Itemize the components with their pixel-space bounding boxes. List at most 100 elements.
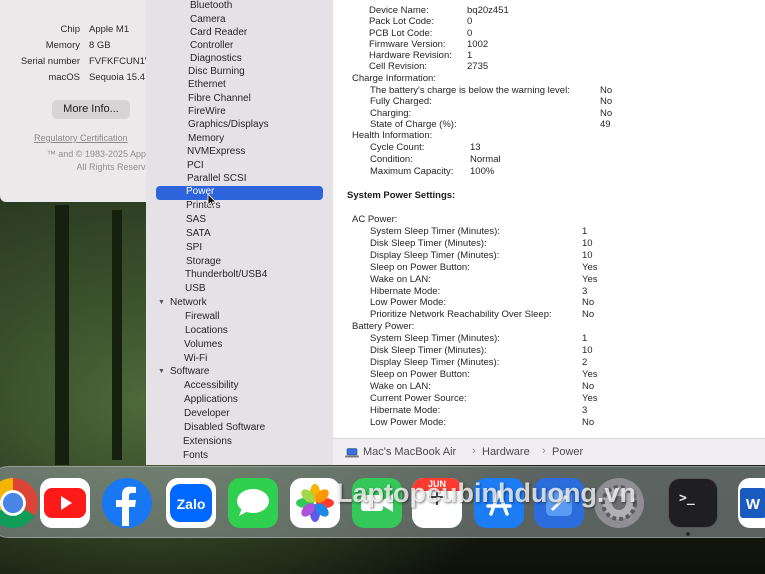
sidebar-item-memory[interactable]: Memory (188, 133, 224, 146)
charge-row-value: No (600, 85, 613, 96)
battery-row-value: Yes (582, 393, 598, 404)
hardware-revision-value: 1 (467, 50, 473, 61)
sidebar-item-accessibility[interactable]: Accessibility (184, 380, 238, 393)
terminal-prompt: >_ (679, 491, 695, 506)
facebook-icon[interactable] (102, 478, 152, 528)
sidebar-item-thunderbolt-usb4[interactable]: Thunderbolt/USB4 (185, 269, 267, 282)
tree-trunk (112, 210, 122, 460)
sidebar-item-firewall[interactable]: Firewall (185, 311, 219, 324)
sidebar-item-camera[interactable]: Camera (190, 14, 226, 27)
sidebar-item-power[interactable]: Power (156, 186, 323, 200)
sidebar-item-extensions[interactable]: Extensions (183, 436, 232, 449)
sidebar-item-usb[interactable]: USB (185, 283, 206, 296)
sidebar-item-parallel-scsi[interactable]: Parallel SCSI (187, 173, 246, 186)
path-computer[interactable]: Mac's MacBook Air (363, 446, 456, 458)
sidebar-item-graphics-displays[interactable]: Graphics/Displays (188, 119, 269, 132)
svg-text:Zalo: Zalo (177, 496, 206, 512)
word-icon[interactable]: W (738, 478, 765, 528)
sidebar-item-controller[interactable]: Controller (190, 40, 233, 53)
sidebar-group-network[interactable]: Network (170, 297, 207, 308)
ac-row-label: Hibernate Mode: (370, 286, 441, 297)
copyright-line: ™ and © 1983-2025 Apple I (46, 149, 158, 159)
pack-lot-label: Pack Lot Code: (369, 16, 434, 27)
sidebar-item-locations[interactable]: Locations (185, 325, 228, 338)
sidebar: Bluetooth Camera Card Reader Controller … (146, 0, 333, 465)
sidebar-item-sata[interactable]: SATA (186, 228, 211, 241)
sidebar-item-disc-burning[interactable]: Disc Burning (188, 66, 245, 79)
ac-row-label: Prioritize Network Reachability Over Sle… (370, 309, 552, 320)
ac-row-label: Disk Sleep Timer (Minutes): (370, 238, 487, 249)
about-key: Serial number (20, 56, 80, 67)
battery-row-label: Current Power Source: (370, 393, 467, 404)
battery-row-value: 1 (582, 333, 588, 344)
sidebar-item-firewire[interactable]: FireWire (188, 106, 226, 119)
chevron-right-icon: › (472, 445, 476, 457)
sidebar-item-nvmexpress[interactable]: NVMExpress (187, 146, 245, 159)
health-information-heading: Health Information: (352, 130, 433, 141)
path-hardware[interactable]: Hardware (482, 446, 530, 458)
charge-row-value: 49 (600, 119, 611, 130)
sidebar-item-wi-fi[interactable]: Wi-Fi (184, 353, 207, 366)
more-info-button[interactable]: More Info... (52, 100, 130, 119)
watermark-text: Laptopcubinhduong.vn (336, 478, 636, 508)
about-key: Chip (60, 24, 80, 35)
battery-row-label: Hibernate Mode: (370, 405, 441, 416)
zalo-icon[interactable]: Zalo (166, 478, 216, 528)
battery-row-label: Wake on LAN: (370, 381, 431, 392)
path-power[interactable]: Power (552, 446, 583, 458)
battery-row-value: 2 (582, 357, 588, 368)
about-row-chip: Chip Apple M1 (0, 24, 160, 38)
charge-row-label: The battery's charge is below the warnin… (370, 85, 570, 96)
sidebar-item-storage[interactable]: Storage (186, 256, 221, 269)
youtube-icon[interactable] (40, 478, 90, 528)
firmware-label: Firmware Version: (369, 39, 446, 50)
ac-row-label: Wake on LAN: (370, 274, 431, 285)
sidebar-item-applications[interactable]: Applications (184, 394, 238, 407)
sidebar-item-disabled-software[interactable]: Disabled Software (184, 422, 265, 435)
chevron-down-icon[interactable]: ▼ (158, 368, 165, 375)
sidebar-item-pci[interactable]: PCI (187, 160, 204, 173)
ac-power-heading: AC Power: (352, 214, 398, 225)
sidebar-item-spi[interactable]: SPI (186, 242, 202, 255)
system-information-window: Bluetooth Camera Card Reader Controller … (146, 0, 765, 465)
about-row-memory: Memory 8 GB (0, 40, 160, 54)
zalo-glyph-icon: Zalo (170, 484, 212, 522)
sidebar-item-fibre-channel[interactable]: Fibre Channel (188, 93, 251, 106)
pack-lot-value: 0 (467, 16, 473, 27)
tree-trunk (55, 205, 69, 465)
sidebar-item-volumes[interactable]: Volumes (184, 339, 222, 352)
charge-row-label: State of Charge (%): (370, 119, 457, 130)
device-name-label: Device Name: (369, 5, 429, 16)
word-glyph-icon: W (740, 488, 765, 518)
battery-row-value: Yes (582, 369, 598, 380)
sidebar-item-ethernet[interactable]: Ethernet (188, 79, 226, 92)
terminal-icon[interactable]: >_ (668, 478, 718, 528)
messages-icon[interactable] (228, 478, 278, 528)
health-row-value: 13 (470, 142, 481, 153)
battery-row-label: Low Power Mode: (370, 417, 447, 428)
sidebar-item-sas[interactable]: SAS (186, 214, 206, 227)
sidebar-item-developer[interactable]: Developer (184, 408, 230, 421)
path-bar: Mac's MacBook Air › Hardware › Power (333, 438, 765, 465)
chevron-down-icon[interactable]: ▼ (158, 299, 165, 306)
health-row-label: Cycle Count: (370, 142, 425, 153)
health-row-value: Normal (470, 154, 501, 165)
firmware-value: 1002 (467, 39, 489, 50)
photos-icon[interactable] (290, 478, 340, 528)
battery-row-label: System Sleep Timer (Minutes): (370, 333, 500, 344)
regulatory-certification-link[interactable]: Regulatory Certification (34, 133, 128, 143)
rights-line: All Rights Reserved. (76, 162, 158, 172)
copyright-text: ™ and © 1983-2025 Apple I All Rights Res… (16, 148, 158, 174)
facebook-glyph-icon (116, 486, 136, 526)
sidebar-group-software[interactable]: Software (170, 366, 209, 377)
sidebar-item-diagnostics[interactable]: Diagnostics (190, 53, 242, 66)
ac-row-value: 10 (582, 250, 593, 261)
sidebar-item-fonts[interactable]: Fonts (183, 450, 208, 463)
about-row-serial: Serial number FVFKFCUN1W (0, 56, 160, 70)
health-row-label: Condition: (370, 154, 413, 165)
battery-row-value: No (582, 381, 595, 392)
sidebar-item-bluetooth[interactable]: Bluetooth (190, 0, 232, 13)
device-name-value: bq20z451 (467, 5, 509, 16)
sidebar-item-card-reader[interactable]: Card Reader (190, 27, 247, 40)
pcb-lot-label: PCB Lot Code: (369, 28, 433, 39)
